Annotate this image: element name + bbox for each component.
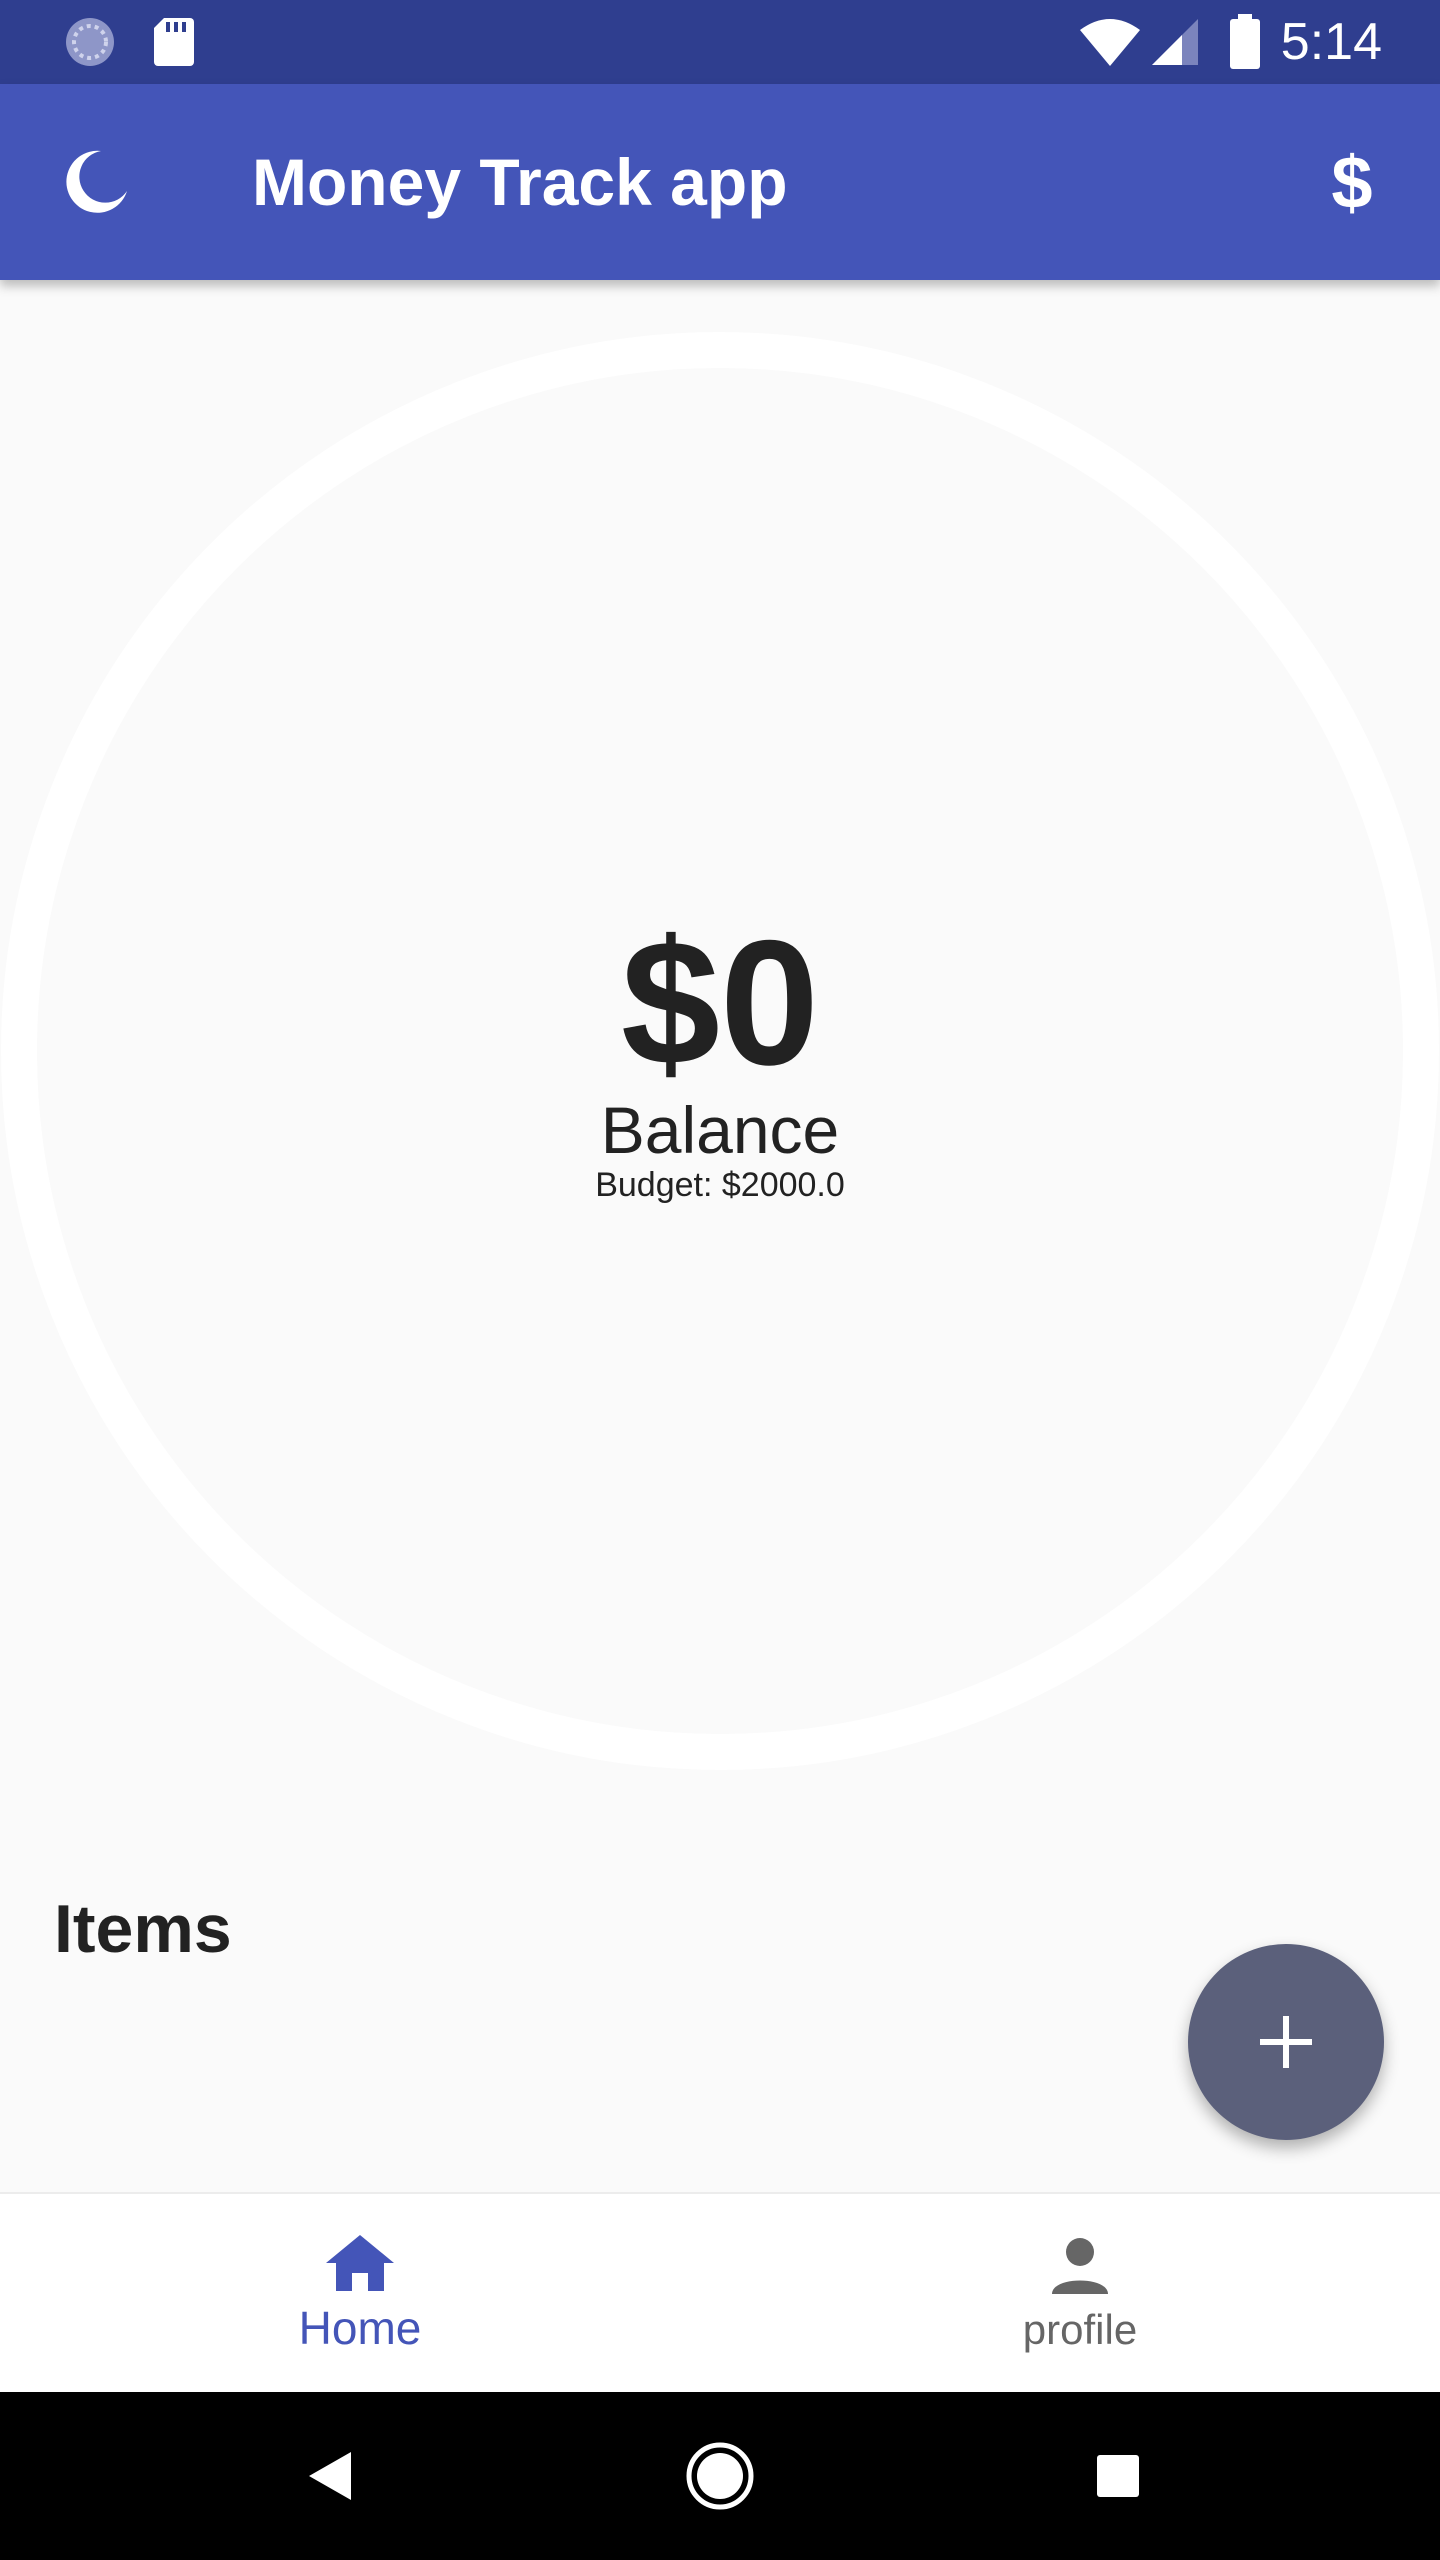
plus-icon — [1260, 2016, 1312, 2068]
back-button[interactable] — [290, 2392, 370, 2560]
back-icon — [309, 2452, 351, 2500]
recents-button[interactable] — [1078, 2392, 1158, 2560]
signal-icon — [1150, 0, 1200, 84]
system-nav-bar — [0, 2392, 1440, 2560]
add-item-button[interactable] — [1188, 1944, 1384, 2140]
theme-toggle-button[interactable] — [48, 134, 144, 230]
app-bar: Money Track app $ — [0, 84, 1440, 280]
balance-amount: $0 — [621, 903, 819, 1102]
nav-item-profile[interactable]: profile — [720, 2194, 1440, 2394]
balance-label: Balance — [600, 1093, 840, 1167]
home-system-button[interactable] — [680, 2392, 760, 2560]
budget-label: Budget: $2000.0 — [595, 1166, 845, 1204]
home-circle-icon — [686, 2442, 754, 2510]
nav-label-profile: profile — [1022, 2306, 1138, 2353]
sd-card-icon — [152, 0, 196, 84]
bottom-nav: Home profile — [0, 2192, 1440, 2392]
wifi-icon — [1078, 0, 1142, 84]
nav-label-home: Home — [298, 2302, 422, 2354]
nav-item-home[interactable]: Home — [0, 2194, 720, 2394]
screen: 5:14 Money Track app $ $0 Balance Budget… — [0, 0, 1440, 2560]
recents-icon — [1097, 2455, 1139, 2497]
moon-icon — [66, 150, 127, 213]
home-icon — [326, 2235, 394, 2291]
items-heading: Items — [54, 1891, 232, 1967]
status-time: 5:14 — [1280, 13, 1382, 71]
currency-button[interactable]: $ — [1304, 134, 1400, 230]
sync-icon — [62, 0, 118, 84]
status-bar: 5:14 — [0, 0, 1440, 84]
battery-icon — [1228, 0, 1262, 84]
person-icon — [1052, 2238, 1108, 2294]
app-title: Money Track app — [252, 145, 788, 219]
